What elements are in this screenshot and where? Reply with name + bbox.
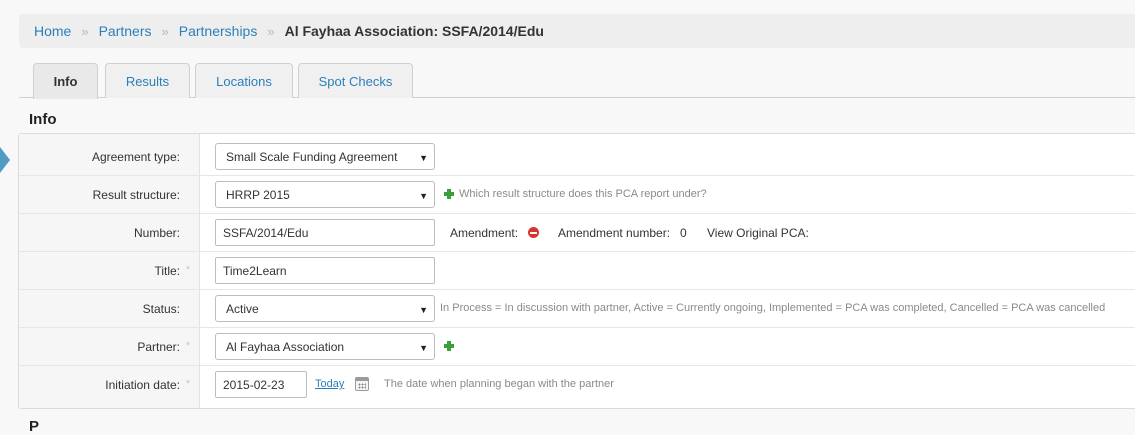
initiation-date-label-text: Initiation date: bbox=[105, 377, 180, 392]
result-structure-value: HRRP 2015 bbox=[226, 187, 290, 202]
caret-down-icon: ▼ bbox=[419, 343, 428, 353]
next-section-title: P bbox=[29, 418, 40, 435]
breadcrumb-current: Al Fayhaa Association: SSFA/2014/Edu bbox=[284, 23, 544, 39]
add-partner-plus-icon[interactable] bbox=[444, 341, 454, 351]
title-row: Title: * Time2Learn bbox=[19, 252, 1135, 290]
number-input[interactable]: SSFA/2014/Edu bbox=[215, 219, 435, 246]
result-structure-help: Which result structure does this PCA rep… bbox=[459, 188, 707, 200]
partner-row: Partner: * Al Fayhaa Association ▼ bbox=[19, 328, 1135, 366]
title-label-text: Title: bbox=[154, 263, 180, 278]
title-label: Title: * bbox=[19, 252, 190, 289]
number-row: Number: SSFA/2014/Edu Amendment: Amendme… bbox=[19, 214, 1135, 252]
breadcrumb: Home » Partners » Partnerships » Al Fayh… bbox=[19, 14, 1135, 48]
partner-label: Partner: * bbox=[19, 328, 190, 365]
breadcrumb-separator: » bbox=[161, 23, 169, 39]
result-structure-label: Result structure: bbox=[92, 187, 180, 202]
agreement-type-select[interactable]: Small Scale Funding Agreement ▼ bbox=[215, 143, 435, 170]
initiation-date-row: Initiation date: * 2015-02-23 Today The … bbox=[19, 366, 1135, 404]
partner-label-text: Partner: bbox=[137, 339, 180, 354]
required-marker: * bbox=[185, 264, 190, 276]
amendment-number-value: 0 bbox=[680, 226, 687, 240]
status-help: In Process = In discussion with partner,… bbox=[440, 302, 1106, 314]
result-structure-row: Result structure: HRRP 2015 ▼ Which resu… bbox=[19, 176, 1135, 214]
status-select[interactable]: Active ▼ bbox=[215, 295, 435, 322]
today-link[interactable]: Today bbox=[315, 378, 344, 390]
view-original-pca-label: View Original PCA: bbox=[707, 226, 809, 240]
agreement-type-value: Small Scale Funding Agreement bbox=[226, 149, 398, 164]
initiation-date-label: Initiation date: * bbox=[19, 366, 190, 403]
number-label: Number: bbox=[133, 225, 180, 240]
required-marker: * bbox=[185, 378, 190, 390]
remove-amendment-minus-circle-icon[interactable] bbox=[528, 227, 539, 238]
initiation-date-help: The date when planning began with the pa… bbox=[384, 378, 614, 390]
result-structure-select[interactable]: HRRP 2015 ▼ bbox=[215, 181, 435, 208]
agreement-type-label: Agreement type: bbox=[91, 149, 180, 164]
caret-down-icon: ▼ bbox=[419, 191, 428, 201]
partner-value: Al Fayhaa Association bbox=[226, 339, 345, 354]
amendment-number-label: Amendment number: bbox=[558, 226, 671, 240]
breadcrumb-partnerships[interactable]: Partnerships bbox=[179, 23, 258, 39]
status-row: Status: Active ▼ In Process = In discuss… bbox=[19, 290, 1135, 328]
tab-results[interactable]: Results bbox=[105, 63, 190, 98]
title-input[interactable]: Time2Learn bbox=[215, 257, 435, 284]
caret-down-icon: ▼ bbox=[419, 153, 428, 163]
amendment-label: Amendment: bbox=[450, 226, 519, 240]
required-marker: * bbox=[185, 340, 190, 352]
partner-select[interactable]: Al Fayhaa Association ▼ bbox=[215, 333, 435, 360]
status-value: Active bbox=[226, 301, 259, 316]
tab-info[interactable]: Info bbox=[33, 63, 98, 99]
tab-bar: Info Results Locations Spot Checks bbox=[19, 63, 1135, 99]
add-result-structure-plus-icon[interactable] bbox=[444, 189, 454, 199]
breadcrumb-partners[interactable]: Partners bbox=[99, 23, 152, 39]
calendar-icon[interactable] bbox=[355, 377, 369, 391]
collapse-arrow-icon[interactable] bbox=[0, 147, 10, 173]
section-title: Info bbox=[29, 111, 57, 128]
agreement-type-row: Agreement type: Small Scale Funding Agre… bbox=[19, 138, 1135, 176]
tab-locations[interactable]: Locations bbox=[195, 63, 293, 98]
tab-spot-checks[interactable]: Spot Checks bbox=[298, 63, 413, 98]
breadcrumb-separator: » bbox=[81, 23, 89, 39]
caret-down-icon: ▼ bbox=[419, 305, 428, 315]
breadcrumb-separator: » bbox=[267, 23, 275, 39]
initiation-date-input[interactable]: 2015-02-23 bbox=[215, 371, 307, 398]
status-label: Status: bbox=[142, 301, 180, 316]
info-form-panel: Agreement type: Small Scale Funding Agre… bbox=[18, 133, 1135, 409]
breadcrumb-home[interactable]: Home bbox=[34, 23, 71, 39]
